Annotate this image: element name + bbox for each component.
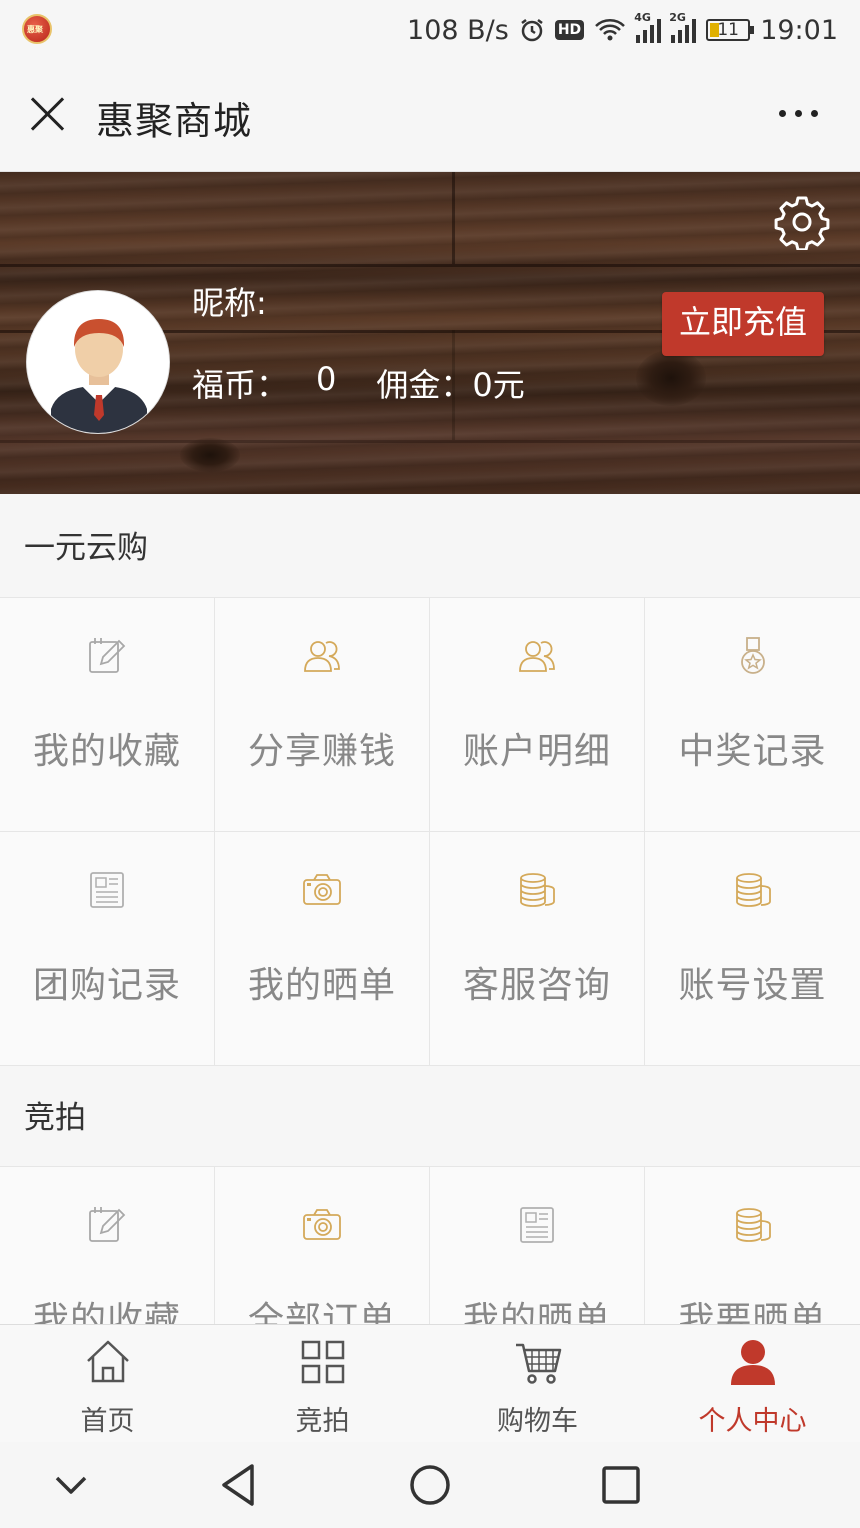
menu-item-prize-record[interactable]: 中奖记录 — [645, 598, 860, 832]
section-title-yiyuan: 一元云购 — [24, 530, 148, 566]
menu-item-label: 中奖记录 — [678, 731, 827, 772]
chevron-down-icon[interactable] — [48, 1462, 94, 1508]
balance-row: 福币： 0 佣金： 0元 — [192, 360, 525, 406]
users-icon — [304, 641, 340, 672]
menu-item-group-buy-record[interactable]: 团购记录 — [0, 832, 215, 1066]
signal-icon: 2G — [669, 11, 697, 43]
edit-icon — [89, 1207, 126, 1242]
back-icon[interactable] — [216, 1462, 262, 1508]
avatar[interactable] — [26, 290, 170, 434]
bottom-tab-bar: 首页 竞拍 购物车 个人中心 — [0, 1324, 860, 1442]
menu-item-favorites[interactable]: 我的收藏 — [0, 598, 215, 832]
users-icon — [519, 641, 555, 672]
menu-item-account-settings[interactable]: 账号设置 — [645, 832, 860, 1066]
profile-banner: 昵称: 福币： 0 佣金： 0元 立即充值 — [0, 172, 860, 494]
edit-icon — [89, 638, 126, 673]
section-title-auction: 竞拍 — [24, 1100, 86, 1136]
nickname-label: 昵称: — [192, 284, 267, 322]
title-bar: 惠聚商城 — [0, 60, 860, 172]
battery-icon: 11 — [706, 19, 755, 41]
menu-item-label: 客服咨询 — [462, 965, 611, 1006]
newspaper-icon — [90, 872, 124, 908]
status-bar: 惠聚 108 B/s HD 4G 2G 11 19:01 — [0, 0, 860, 60]
user-avatar-icon — [27, 291, 169, 433]
coin-value: 0 — [316, 360, 337, 398]
commission-label: 佣金： — [376, 366, 473, 404]
status-icons: 108 B/s HD 4G 2G 11 19:01 — [407, 11, 838, 48]
tab-cart[interactable]: 购物车 — [430, 1325, 645, 1443]
recents-icon[interactable] — [598, 1462, 644, 1508]
page-title: 惠聚商城 — [96, 99, 253, 143]
medal-icon — [740, 637, 765, 674]
coins-icon — [735, 873, 771, 907]
person-icon — [730, 1340, 775, 1385]
tab-auction[interactable]: 竞拍 — [215, 1325, 430, 1443]
home-circle-icon[interactable] — [407, 1462, 453, 1508]
tab-home[interactable]: 首页 — [0, 1325, 215, 1443]
newspaper-icon — [520, 1207, 554, 1243]
hd-badge: HD — [554, 20, 585, 40]
tab-label: 购物车 — [497, 1406, 578, 1437]
cart-icon — [515, 1343, 561, 1384]
coins-icon — [735, 1208, 771, 1242]
tab-label: 个人中心 — [698, 1406, 807, 1437]
yiyuan-menu-grid: 我的收藏 分享赚钱 账户明细 中奖记录 团购记录 我的晒单 客服咨询 账号设置 — [0, 597, 860, 1066]
signal-icon: 4G — [634, 11, 662, 43]
menu-item-account-detail[interactable]: 账户明细 — [430, 598, 645, 832]
app-logo-icon: 惠聚 — [22, 14, 52, 44]
clock: 19:01 — [760, 14, 838, 46]
commission-value: 0元 — [472, 366, 525, 404]
tab-label: 首页 — [80, 1406, 135, 1437]
menu-item-share-earn[interactable]: 分享赚钱 — [215, 598, 430, 832]
wifi-icon — [595, 19, 626, 41]
camera-icon — [303, 1209, 341, 1240]
coins-icon — [520, 873, 555, 907]
coin-label: 福币： — [192, 366, 289, 404]
gear-icon[interactable] — [774, 194, 830, 250]
tab-label: 竞拍 — [295, 1406, 350, 1437]
alarm-icon — [521, 19, 543, 42]
menu-item-label: 我的收藏 — [32, 731, 181, 772]
menu-item-label: 分享赚钱 — [247, 731, 396, 772]
home-icon — [86, 1340, 129, 1383]
camera-icon — [303, 874, 341, 905]
menu-item-customer-service[interactable]: 客服咨询 — [430, 832, 645, 1066]
menu-item-label: 账户明细 — [462, 731, 611, 772]
menu-item-my-showcase[interactable]: 我的晒单 — [215, 832, 430, 1066]
tab-profile[interactable]: 个人中心 — [645, 1325, 860, 1443]
net-speed: 108 B/s — [407, 14, 509, 46]
recharge-button[interactable]: 立即充值 — [662, 292, 824, 356]
grid-icon — [301, 1340, 344, 1384]
close-icon[interactable] — [26, 92, 70, 136]
system-nav-bar — [0, 1442, 860, 1528]
more-icon[interactable] — [779, 110, 818, 117]
menu-item-label: 账号设置 — [678, 965, 827, 1006]
menu-item-label: 团购记录 — [32, 965, 181, 1006]
menu-item-label: 我的晒单 — [247, 965, 396, 1006]
